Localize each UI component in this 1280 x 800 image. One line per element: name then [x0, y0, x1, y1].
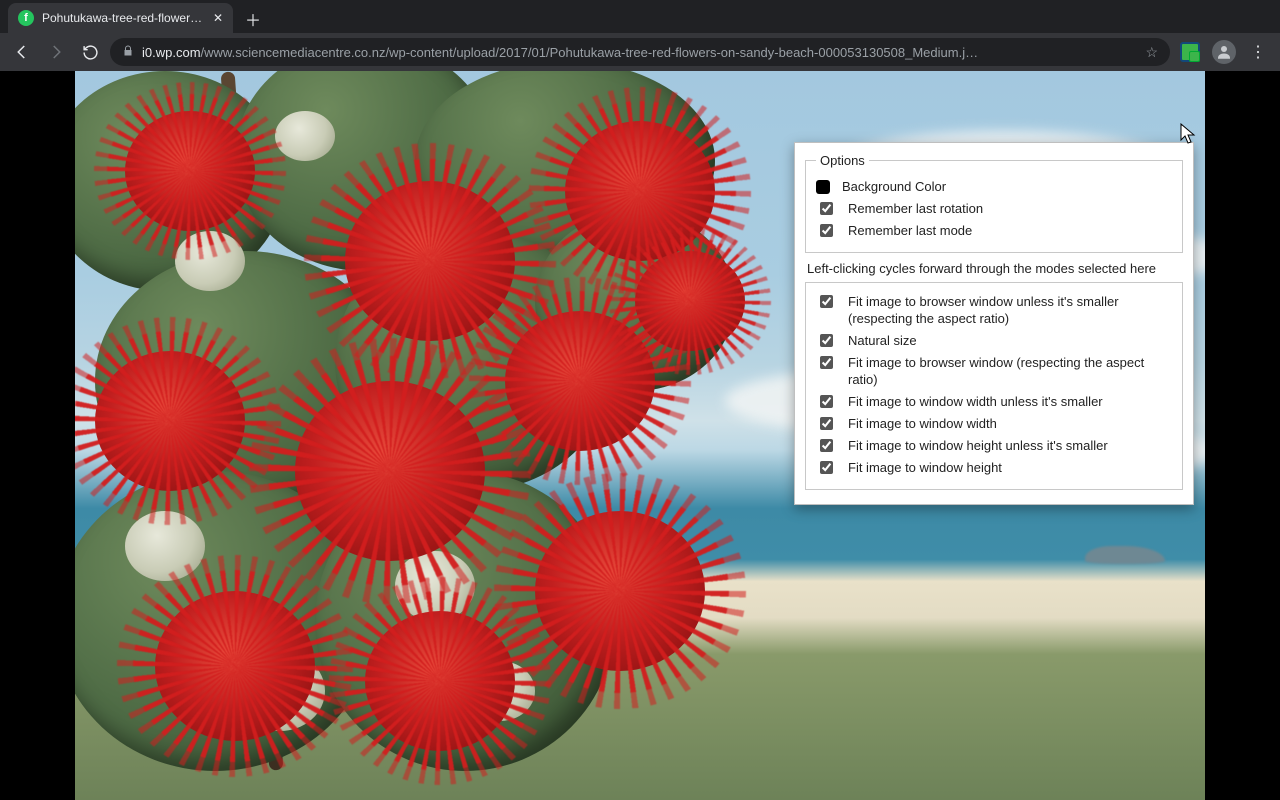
- tab-title: Pohutukawa-tree-red-flowers-o…: [42, 11, 205, 25]
- lock-icon: [122, 45, 134, 60]
- option-row: Remember last mode: [816, 220, 1172, 242]
- option-checkbox[interactable]: [820, 224, 833, 237]
- options-fieldset: Options Background Color Remember last ro…: [805, 153, 1183, 253]
- browser-tab[interactable]: f Pohutukawa-tree-red-flowers-o… ✕: [8, 3, 233, 33]
- options-legend: Options: [816, 153, 869, 168]
- reload-button[interactable]: [76, 38, 104, 66]
- option-label: Remember last mode: [848, 222, 972, 240]
- url-path: /www.sciencemediacentre.co.nz/wp-content…: [201, 45, 979, 60]
- mode-row: Fit image to window height unless it's s…: [816, 435, 1172, 457]
- mode-label: Fit image to browser window (respecting …: [848, 354, 1172, 389]
- mode-label: Fit image to window width unless it's sm…: [848, 393, 1103, 411]
- mode-checkbox[interactable]: [820, 334, 833, 347]
- mode-label: Fit image to browser window unless it's …: [848, 293, 1172, 328]
- option-label: Background Color: [842, 178, 946, 196]
- mode-label: Natural size: [848, 332, 917, 350]
- option-checkbox[interactable]: [820, 202, 833, 215]
- url-host: i0.wp.com: [142, 45, 201, 60]
- photo-foliage: [75, 71, 755, 800]
- mode-label: Fit image to window height unless it's s…: [848, 437, 1108, 455]
- modes-fieldset: Fit image to browser window unless it's …: [805, 282, 1183, 490]
- mode-label: Fit image to window height: [848, 459, 1002, 477]
- modes-note: Left-clicking cycles forward through the…: [805, 253, 1183, 282]
- new-tab-button[interactable]: ＋: [239, 5, 267, 33]
- forward-button[interactable]: [42, 38, 70, 66]
- mode-row: Fit image to window width: [816, 413, 1172, 435]
- mode-row: Fit image to browser window (respecting …: [816, 352, 1172, 391]
- extension-popup: Options Background Color Remember last ro…: [794, 142, 1194, 505]
- favicon: f: [18, 10, 34, 26]
- bookmark-star-icon[interactable]: ☆: [1145, 44, 1158, 61]
- mode-checkbox[interactable]: [820, 439, 833, 452]
- mode-checkbox[interactable]: [820, 356, 833, 369]
- back-button[interactable]: [8, 38, 36, 66]
- mode-row: Fit image to window width unless it's sm…: [816, 391, 1172, 413]
- mode-checkbox[interactable]: [820, 295, 833, 308]
- chrome-menu-button[interactable]: ⋮: [1244, 38, 1272, 66]
- mode-checkbox[interactable]: [820, 395, 833, 408]
- avatar-icon: [1212, 40, 1236, 64]
- mode-checkbox[interactable]: [820, 461, 833, 474]
- mode-checkbox[interactable]: [820, 417, 833, 430]
- option-row: Remember last rotation: [816, 198, 1172, 220]
- profile-button[interactable]: [1210, 38, 1238, 66]
- close-tab-icon[interactable]: ✕: [213, 11, 223, 25]
- option-label: Remember last rotation: [848, 200, 983, 218]
- extension-button[interactable]: [1176, 38, 1204, 66]
- option-row: Background Color: [816, 176, 1172, 198]
- url-text: i0.wp.com/www.sciencemediacentre.co.nz/w…: [142, 45, 1137, 60]
- address-bar[interactable]: i0.wp.com/www.sciencemediacentre.co.nz/w…: [110, 38, 1170, 66]
- mode-row: Natural size: [816, 330, 1172, 352]
- mode-row: Fit image to browser window unless it's …: [816, 291, 1172, 330]
- mode-label: Fit image to window width: [848, 415, 997, 433]
- tab-strip: f Pohutukawa-tree-red-flowers-o… ✕ ＋: [0, 0, 1280, 33]
- page-viewport: Options Background Color Remember last ro…: [0, 71, 1280, 800]
- browser-toolbar: i0.wp.com/www.sciencemediacentre.co.nz/w…: [0, 33, 1280, 71]
- extension-icon: [1180, 42, 1200, 62]
- background-color-swatch[interactable]: [816, 180, 830, 194]
- mode-row: Fit image to window height: [816, 457, 1172, 479]
